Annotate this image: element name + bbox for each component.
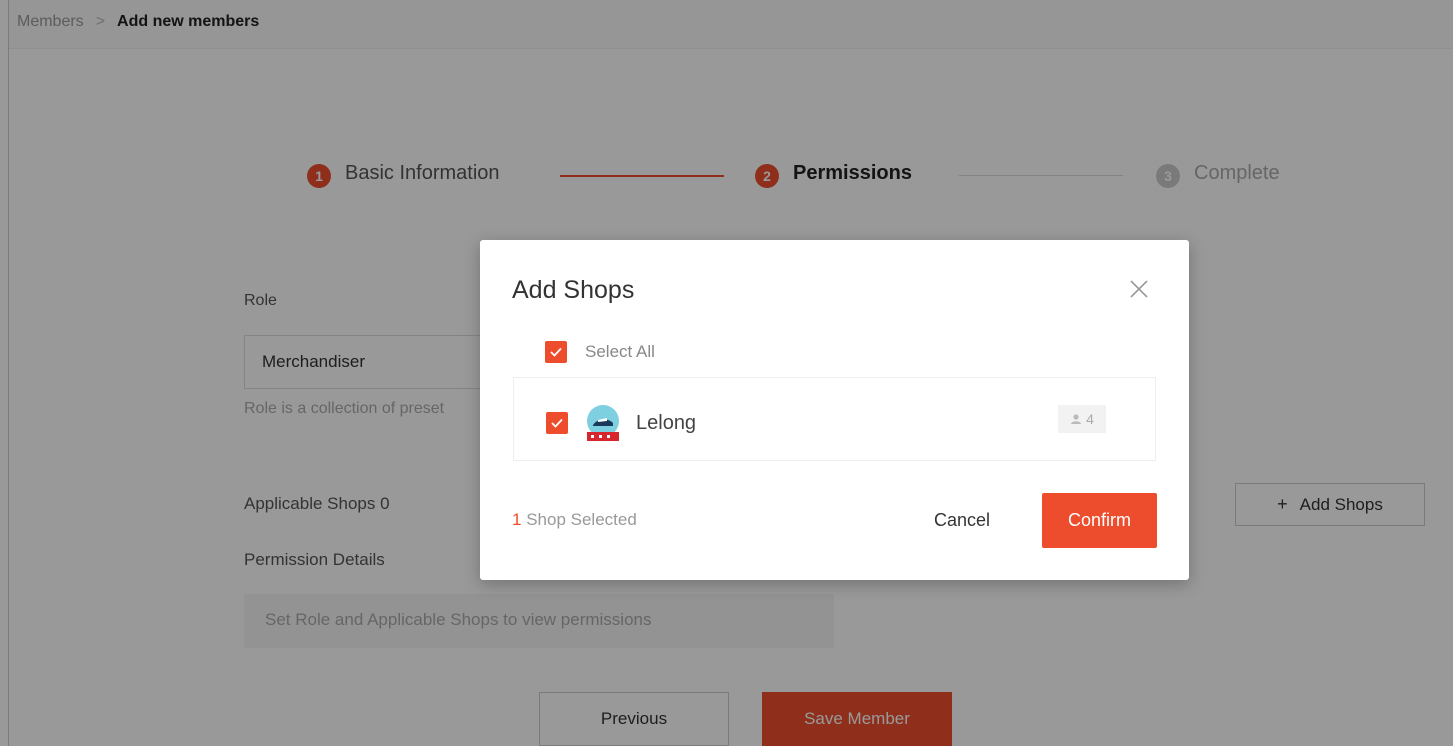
selected-count: 1	[512, 510, 522, 529]
user-icon	[1071, 414, 1082, 424]
confirm-button[interactable]: Confirm	[1042, 493, 1157, 548]
dialog-title: Add Shops	[512, 276, 635, 304]
cancel-button[interactable]: Cancel	[914, 493, 1010, 548]
shop-name: Lelong	[636, 411, 697, 434]
select-all-label: Select All	[585, 342, 655, 361]
member-count: 4	[1086, 411, 1094, 427]
selected-suffix: Shop Selected	[526, 510, 637, 529]
select-all[interactable]: Select All	[545, 341, 655, 363]
list-item[interactable]: Lelong	[546, 405, 696, 441]
member-count-badge: 4	[1058, 405, 1106, 433]
checkbox-checked-icon[interactable]	[546, 412, 568, 434]
shop-logo-icon	[585, 405, 621, 441]
close-icon[interactable]	[1128, 278, 1150, 300]
add-shops-dialog: Add Shops Select All Lelong 4 1 Shop Sel…	[480, 240, 1189, 580]
selected-count-text: 1 Shop Selected	[512, 510, 637, 530]
checkbox-checked-icon[interactable]	[545, 341, 567, 363]
shop-list: Lelong 4	[513, 377, 1156, 461]
